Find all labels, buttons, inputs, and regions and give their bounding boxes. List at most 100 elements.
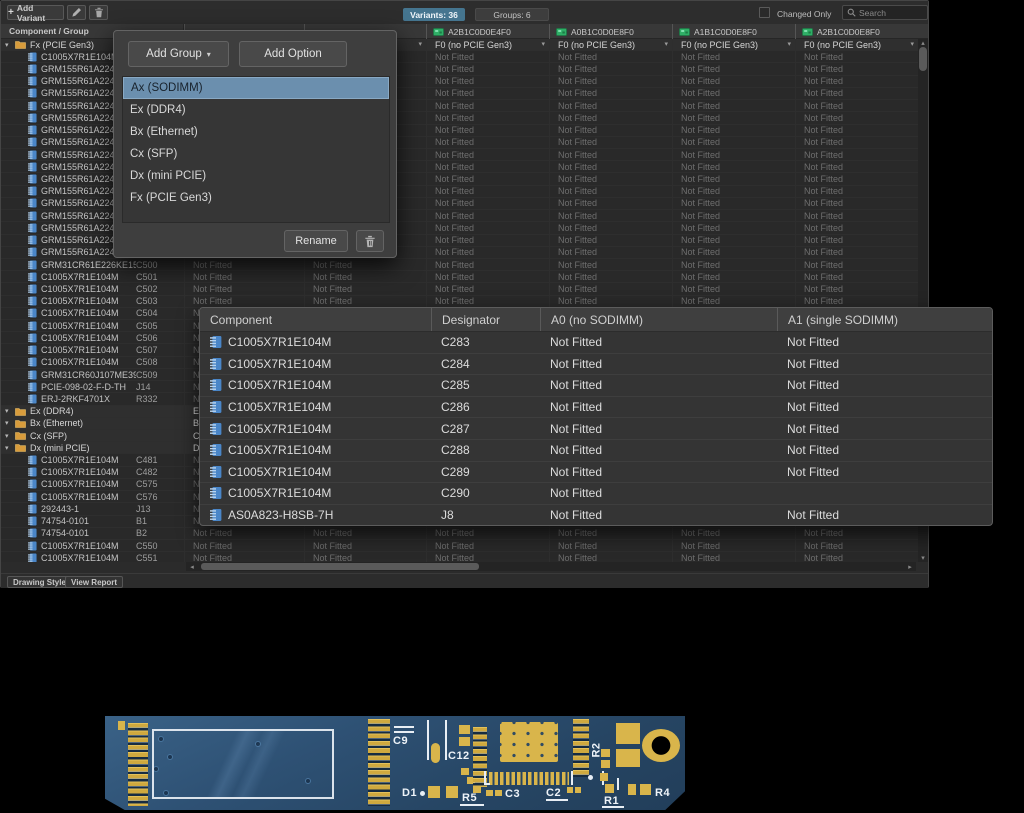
fitted-state-cell[interactable]: Not Fitted (672, 112, 795, 123)
fitted-state-cell[interactable]: Not Fitted (426, 222, 549, 233)
fitted-state-cell[interactable]: Not Fitted (426, 528, 549, 539)
variant-option-dropdown[interactable]: F0 (no PCIE Gen3)▾ (426, 39, 549, 50)
fitted-state-cell[interactable]: Not Fitted (184, 540, 304, 551)
fitted-state-cell[interactable]: Not Fitted (795, 76, 918, 87)
fitted-state-cell[interactable]: Not Fitted (549, 161, 672, 172)
variant-column-header[interactable]: A0B1C0D0E8F0 (549, 24, 672, 39)
fitted-state-cell[interactable]: Not Fitted (426, 88, 549, 99)
fitted-state-cell[interactable]: Not Fitted (795, 540, 918, 551)
fitted-state-cell[interactable]: Not Fitted (549, 552, 672, 562)
fitted-state-cell[interactable]: Not Fitted (549, 100, 672, 111)
scroll-left-icon[interactable]: ◂ (188, 563, 196, 571)
fitted-state-cell[interactable]: Not Fitted (184, 552, 304, 562)
callout-column-header[interactable]: A0 (no SODIMM) (540, 308, 777, 331)
fitted-state-cell[interactable]: Not Fitted (426, 259, 549, 270)
group-list-item[interactable]: Bx (Ethernet) (123, 121, 389, 143)
changed-only-checkbox[interactable] (759, 7, 770, 18)
component-row[interactable]: 74754-0101B2Not FittedNot FittedNot Fitt… (1, 528, 918, 540)
fitted-state-cell[interactable]: Not Fitted (672, 210, 795, 221)
fitted-state-cell[interactable]: Not Fitted (304, 271, 426, 282)
callout-column-header[interactable]: Designator (431, 308, 540, 331)
delete-group-button[interactable] (356, 230, 384, 252)
fitted-state-cell[interactable]: Not Fitted (795, 186, 918, 197)
fitted-state-cell[interactable]: Not Fitted (549, 137, 672, 148)
fitted-state-cell[interactable]: Not Fitted (672, 63, 795, 74)
fitted-state-cell[interactable]: Not Fitted (304, 528, 426, 539)
callout-column-header[interactable]: Component (200, 308, 431, 331)
fitted-state-cell[interactable]: Not Fitted (184, 528, 304, 539)
fitted-state-cell[interactable]: Not Fitted (672, 161, 795, 172)
fitted-state-cell[interactable]: Not Fitted (304, 283, 426, 294)
callout-row[interactable]: C1005X7R1E104MC290Not Fitted (200, 483, 992, 505)
fitted-state-cell[interactable]: Not Fitted (795, 149, 918, 160)
fitted-state-cell[interactable]: Not Fitted (795, 259, 918, 270)
fitted-state-cell[interactable]: Not Fitted (672, 271, 795, 282)
fitted-state-cell[interactable]: Not Fitted (304, 540, 426, 551)
fitted-state-cell[interactable]: Not Fitted (672, 125, 795, 136)
horizontal-scrollbar[interactable]: ◂ ▸ (186, 562, 916, 571)
component-row[interactable]: C1005X7R1E104MC502Not FittedNot FittedNo… (1, 283, 918, 295)
fitted-state-cell[interactable]: Not Fitted (426, 100, 549, 111)
fitted-state-cell[interactable]: Not Fitted (795, 235, 918, 246)
fitted-state-cell[interactable]: Not Fitted (672, 222, 795, 233)
delete-variant-button[interactable] (89, 5, 108, 20)
fitted-state-cell[interactable]: Not Fitted (426, 51, 549, 62)
variant-option-dropdown[interactable]: F0 (no PCIE Gen3)▾ (795, 39, 918, 50)
fitted-state-cell[interactable]: Not Fitted (426, 137, 549, 148)
fitted-state-cell[interactable]: Not Fitted (672, 51, 795, 62)
group-list-item[interactable]: Ax (SODIMM) (123, 77, 389, 99)
fitted-state-cell[interactable]: Not Fitted (795, 247, 918, 258)
chevron-down-icon[interactable]: ▾ (418, 39, 422, 50)
fitted-state-cell[interactable]: Not Fitted (426, 125, 549, 136)
callout-row[interactable]: C1005X7R1E104MC286Not FittedNot Fitted (200, 397, 992, 419)
component-row[interactable]: GRM31CR61E226KE15LC500Not FittedNot Fitt… (1, 259, 918, 271)
fitted-state-cell[interactable]: Not Fitted (795, 552, 918, 562)
component-row[interactable]: C1005X7R1E104MC550Not FittedNot FittedNo… (1, 540, 918, 552)
fitted-state-cell[interactable]: Not Fitted (426, 283, 549, 294)
fitted-state-cell[interactable]: Not Fitted (549, 149, 672, 160)
drawing-style-button[interactable]: Drawing Style (7, 576, 72, 588)
fitted-state-cell[interactable]: Not Fitted (426, 540, 549, 551)
fitted-state-cell[interactable]: Not Fitted (549, 259, 672, 270)
group-list-item[interactable]: Dx (mini PCIE) (123, 165, 389, 187)
fitted-state-cell[interactable]: Not Fitted (672, 540, 795, 551)
component-row[interactable]: C1005X7R1E104MC501Not FittedNot FittedNo… (1, 271, 918, 283)
variants-tab[interactable]: Variants: 36 (403, 8, 465, 21)
fitted-state-cell[interactable]: Not Fitted (549, 222, 672, 233)
group-list-item[interactable]: Cx (SFP) (123, 143, 389, 165)
fitted-state-cell[interactable]: Not Fitted (672, 186, 795, 197)
fitted-state-cell[interactable]: Not Fitted (184, 296, 304, 307)
fitted-state-cell[interactable]: Not Fitted (426, 247, 549, 258)
fitted-state-cell[interactable]: Not Fitted (426, 552, 549, 562)
fitted-state-cell[interactable]: Not Fitted (795, 198, 918, 209)
fitted-state-cell[interactable]: Not Fitted (549, 76, 672, 87)
fitted-state-cell[interactable]: Not Fitted (426, 271, 549, 282)
fitted-state-cell[interactable]: Not Fitted (795, 271, 918, 282)
fitted-state-cell[interactable]: Not Fitted (426, 198, 549, 209)
callout-row[interactable]: C1005X7R1E104MC283Not FittedNot Fitted (200, 332, 992, 354)
chevron-down-icon[interactable]: ▾ (787, 39, 791, 50)
chevron-down-icon[interactable]: ▾ (541, 39, 545, 50)
fitted-state-cell[interactable]: Not Fitted (549, 540, 672, 551)
fitted-state-cell[interactable]: Not Fitted (549, 283, 672, 294)
fitted-state-cell[interactable]: Not Fitted (795, 100, 918, 111)
tree-expand-icon[interactable]: ▾ (5, 432, 12, 440)
vertical-scrollbar-thumb[interactable] (919, 47, 927, 71)
fitted-state-cell[interactable]: Not Fitted (672, 283, 795, 294)
add-option-button[interactable]: Add Option (239, 41, 347, 67)
variant-option-dropdown[interactable]: F0 (no PCIE Gen3)▾ (672, 39, 795, 50)
fitted-state-cell[interactable]: Not Fitted (549, 235, 672, 246)
component-row[interactable]: C1005X7R1E104MC503Not FittedNot FittedNo… (1, 296, 918, 308)
fitted-state-cell[interactable]: Not Fitted (426, 296, 549, 307)
component-row[interactable]: C1005X7R1E104MC551Not FittedNot FittedNo… (1, 552, 918, 562)
callout-row[interactable]: C1005X7R1E104MC288Not FittedNot Fitted (200, 440, 992, 462)
callout-row[interactable]: C1005X7R1E104MC287Not FittedNot Fitted (200, 418, 992, 440)
fitted-state-cell[interactable]: Not Fitted (549, 296, 672, 307)
fitted-state-cell[interactable]: Not Fitted (672, 198, 795, 209)
fitted-state-cell[interactable]: Not Fitted (795, 112, 918, 123)
fitted-state-cell[interactable]: Not Fitted (672, 100, 795, 111)
scroll-down-icon[interactable]: ▾ (918, 554, 928, 562)
callout-row[interactable]: C1005X7R1E104MC284Not FittedNot Fitted (200, 354, 992, 376)
fitted-state-cell[interactable]: Not Fitted (795, 173, 918, 184)
fitted-state-cell[interactable]: Not Fitted (426, 112, 549, 123)
